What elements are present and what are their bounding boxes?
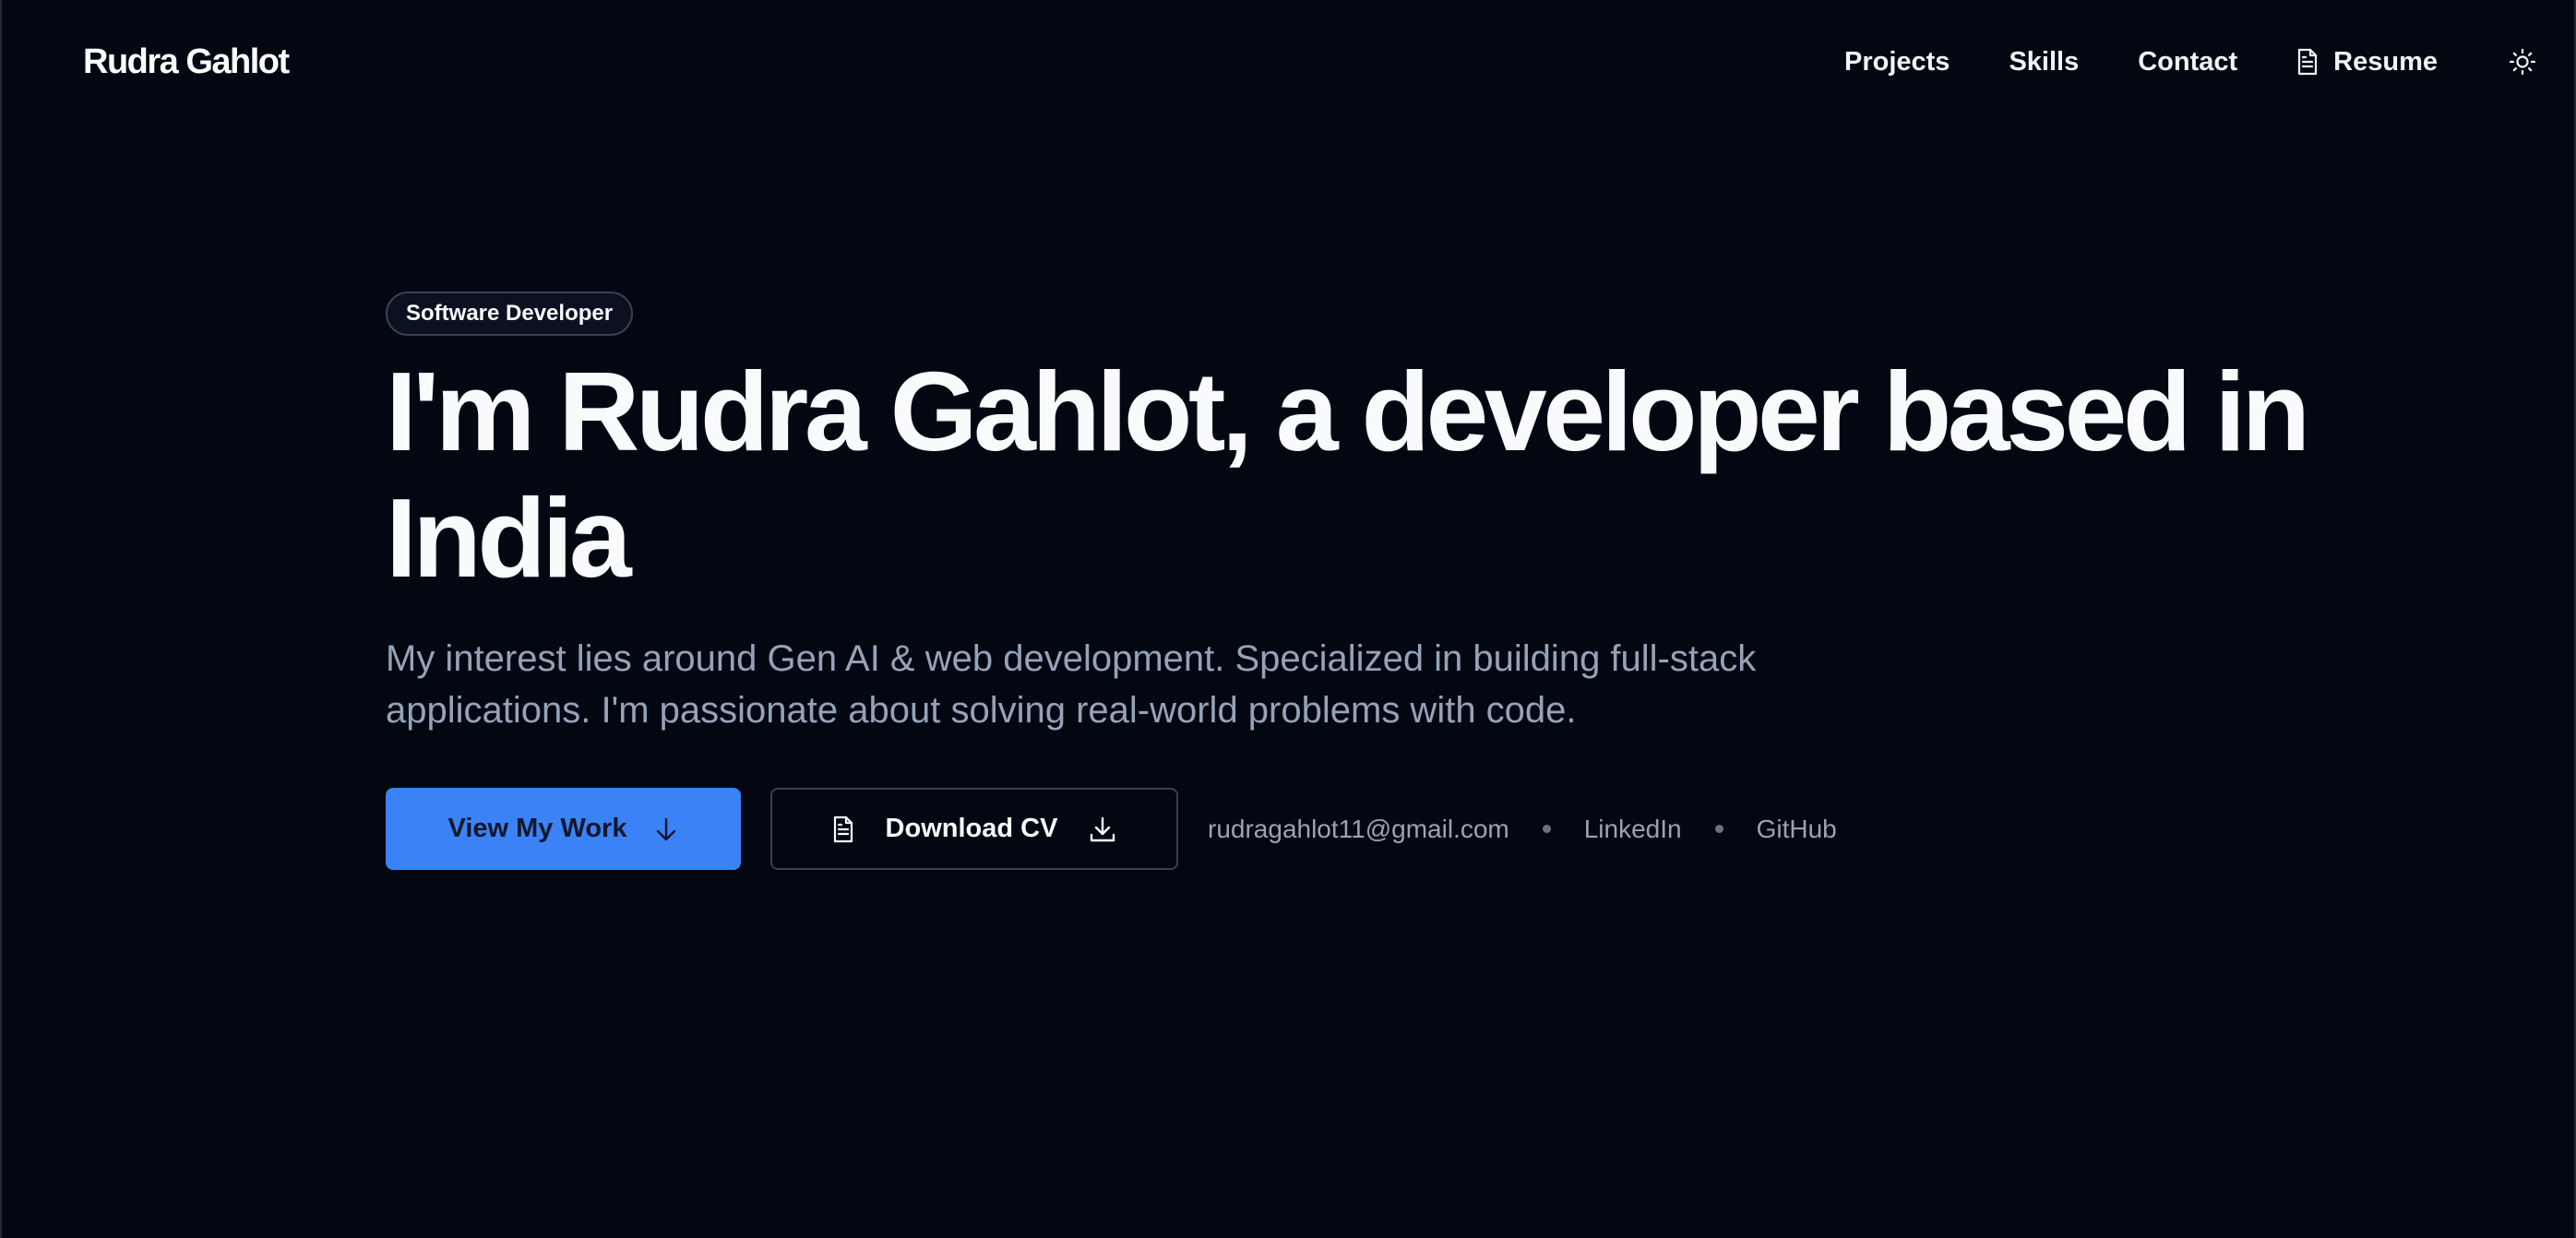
download-cv-label: Download CV: [885, 814, 1058, 843]
nav-resume[interactable]: Resume: [2296, 47, 2438, 77]
navbar: Rudra Gahlot Projects Skills Contact Res…: [2, 0, 2574, 124]
download-cv-button[interactable]: Download CV: [770, 788, 1178, 870]
cta-row: View My Work Download CV rudragahlot11@g…: [386, 788, 2323, 870]
nav-resume-label: Resume: [2333, 46, 2438, 77]
hero-section: Software Developer I'm Rudra Gahlot, a d…: [386, 292, 2323, 870]
hero-headline: I'm Rudra Gahlot, a developer based in I…: [386, 349, 2310, 601]
nav-links: Projects Skills Contact Resume: [1844, 43, 2541, 80]
hero-subtext: My interest lies around Gen AI & web dev…: [386, 638, 1757, 731]
email-link[interactable]: rudragahlot11@gmail.com: [1208, 815, 1509, 844]
arrow-down-icon: [654, 816, 678, 842]
theme-toggle-button[interactable]: [2504, 43, 2541, 80]
role-badge: Software Developer: [386, 292, 634, 336]
sun-icon: [2509, 48, 2536, 76]
nav-contact[interactable]: Contact: [2138, 47, 2237, 77]
github-link[interactable]: GitHub: [1757, 815, 1837, 844]
brand-logo[interactable]: Rudra Gahlot: [83, 42, 290, 82]
file-text-icon: [832, 815, 854, 843]
page: Rudra Gahlot Projects Skills Contact Res…: [0, 0, 2576, 1238]
view-my-work-label: View My Work: [447, 814, 627, 843]
nav-projects[interactable]: Projects: [1844, 47, 1950, 77]
file-text-icon: [2296, 48, 2319, 76]
nav-skills[interactable]: Skills: [2009, 47, 2079, 77]
linkedin-link[interactable]: LinkedIn: [1584, 815, 1682, 844]
download-icon: [1089, 815, 1116, 843]
separator-dot: [1714, 825, 1723, 833]
view-my-work-button[interactable]: View My Work: [386, 788, 741, 870]
contact-links: rudragahlot11@gmail.com LinkedIn GitHub: [1208, 815, 1837, 844]
separator-dot: [1542, 825, 1551, 833]
